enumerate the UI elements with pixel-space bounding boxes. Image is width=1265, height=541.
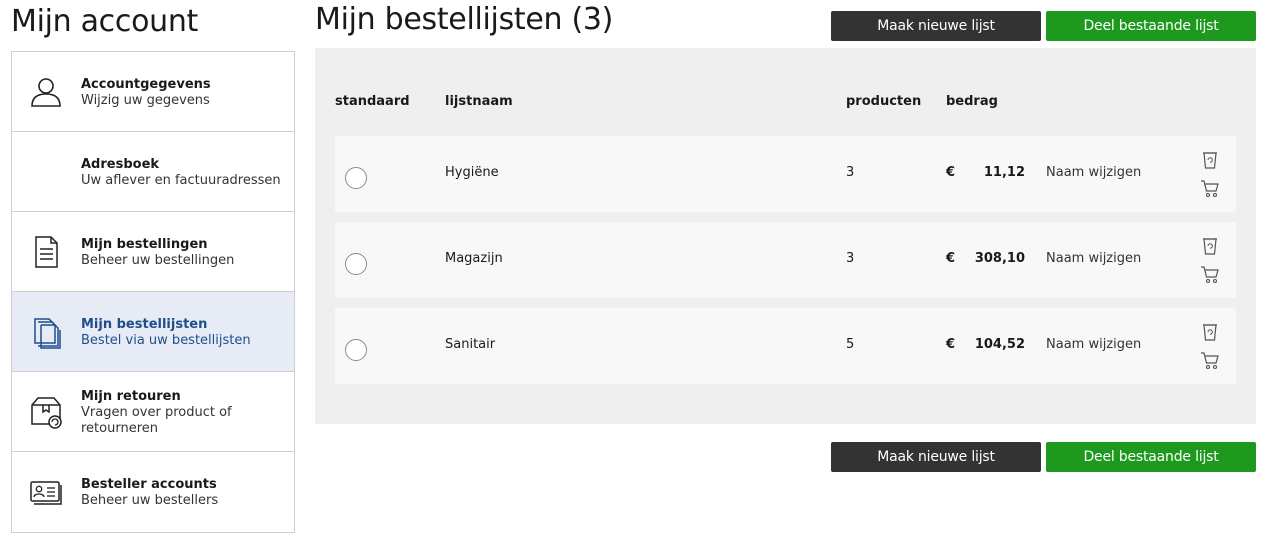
trash-icon[interactable] (1199, 322, 1221, 342)
sidebar-item-subtitle: Vragen over product of retourneren (81, 405, 232, 436)
document-list-icon (29, 235, 63, 269)
list-name: Sanitair (445, 337, 496, 352)
header-bedrag: bedrag (946, 94, 998, 109)
new-list-button-bottom[interactable]: Maak nieuwe lijst (831, 442, 1041, 472)
sidebar-item-title: Mijn retouren (81, 389, 181, 404)
sidebar-item-title: Accountgegevens (81, 77, 211, 92)
id-card-icon (29, 475, 63, 509)
currency-symbol: € (946, 165, 956, 180)
sidebar-item-mijn-bestellingen[interactable]: Mijn bestellingen Beheer uw bestellingen (12, 212, 294, 292)
sidebar-item-besteller-accounts[interactable]: Besteller accounts Beheer uw bestellers (12, 452, 294, 532)
sidebar-item-mijn-retouren[interactable]: Mijn retouren Vragen over product of ret… (12, 372, 294, 452)
share-list-button[interactable]: Deel bestaande lijst (1046, 11, 1256, 41)
rename-link[interactable]: Naam wijzigen (1046, 251, 1141, 266)
sidebar-item-subtitle: Wijzig uw gegevens (81, 93, 210, 108)
cart-icon[interactable] (1199, 178, 1221, 198)
product-count: 5 (846, 337, 855, 352)
product-count: 3 (846, 165, 855, 180)
cart-icon[interactable] (1199, 264, 1221, 284)
header-standaard: standaard (335, 94, 410, 109)
lists-panel: standaard lijstnaam producten bedrag Hyg… (315, 48, 1256, 424)
product-count: 3 (846, 251, 855, 266)
list-name: Hygiëne (445, 165, 499, 180)
default-radio[interactable] (345, 167, 367, 189)
stacked-pages-icon (29, 315, 63, 349)
user-icon (29, 75, 63, 109)
header-producten: producten (846, 94, 922, 109)
sidebar-item-subtitle: Beheer uw bestellingen (81, 253, 235, 268)
list-row: Hygiëne 3 € 11,12 Naam wijzigen (335, 136, 1236, 212)
trash-icon[interactable] (1199, 150, 1221, 170)
sidebar-item-title: Adresboek (81, 157, 160, 172)
currency-symbol: € (946, 337, 956, 352)
sidebar-item-title: Mijn bestellingen (81, 237, 208, 252)
rename-link[interactable]: Naam wijzigen (1046, 337, 1141, 352)
sidebar-item-mijn-bestellijsten[interactable]: Mijn bestellijsten Bestel via uw bestell… (12, 292, 294, 372)
list-amount: 308,10 (974, 251, 1025, 266)
rename-link[interactable]: Naam wijzigen (1046, 165, 1141, 180)
currency-symbol: € (946, 251, 956, 266)
list-row: Magazijn 3 € 308,10 Naam wijzigen (335, 222, 1236, 298)
default-radio[interactable] (345, 339, 367, 361)
account-sidebar: Accountgegevens Wijzig uw gegevens Adres… (11, 51, 295, 533)
list-amount: 104,52 (974, 337, 1025, 352)
sidebar-item-subtitle: Beheer uw bestellers (81, 493, 219, 508)
cart-icon[interactable] (1199, 350, 1221, 370)
sidebar-item-accountgegevens[interactable]: Accountgegevens Wijzig uw gegevens (12, 52, 294, 132)
share-list-button-bottom[interactable]: Deel bestaande lijst (1046, 442, 1256, 472)
sidebar-item-subtitle: Bestel via uw bestellijsten (81, 333, 251, 348)
lists-title: Mijn bestellijsten (3) (315, 2, 614, 37)
header-lijstnaam: lijstnaam (445, 94, 513, 109)
sidebar-item-title: Besteller accounts (81, 477, 217, 492)
list-name: Magazijn (445, 251, 503, 266)
sidebar-item-subtitle: Uw aflever en factuuradressen (81, 173, 281, 188)
sidebar-item-adresboek[interactable]: Adresboek Uw aflever en factuuradressen (12, 132, 294, 212)
list-row: Sanitair 5 € 104,52 Naam wijzigen (335, 308, 1236, 384)
default-radio[interactable] (345, 253, 367, 275)
return-box-icon (29, 395, 63, 429)
new-list-button[interactable]: Maak nieuwe lijst (831, 11, 1041, 41)
sidebar-item-title: Mijn bestellijsten (81, 317, 208, 332)
trash-icon[interactable] (1199, 236, 1221, 256)
page-title: Mijn account (11, 4, 199, 39)
list-amount: 11,12 (983, 165, 1025, 180)
